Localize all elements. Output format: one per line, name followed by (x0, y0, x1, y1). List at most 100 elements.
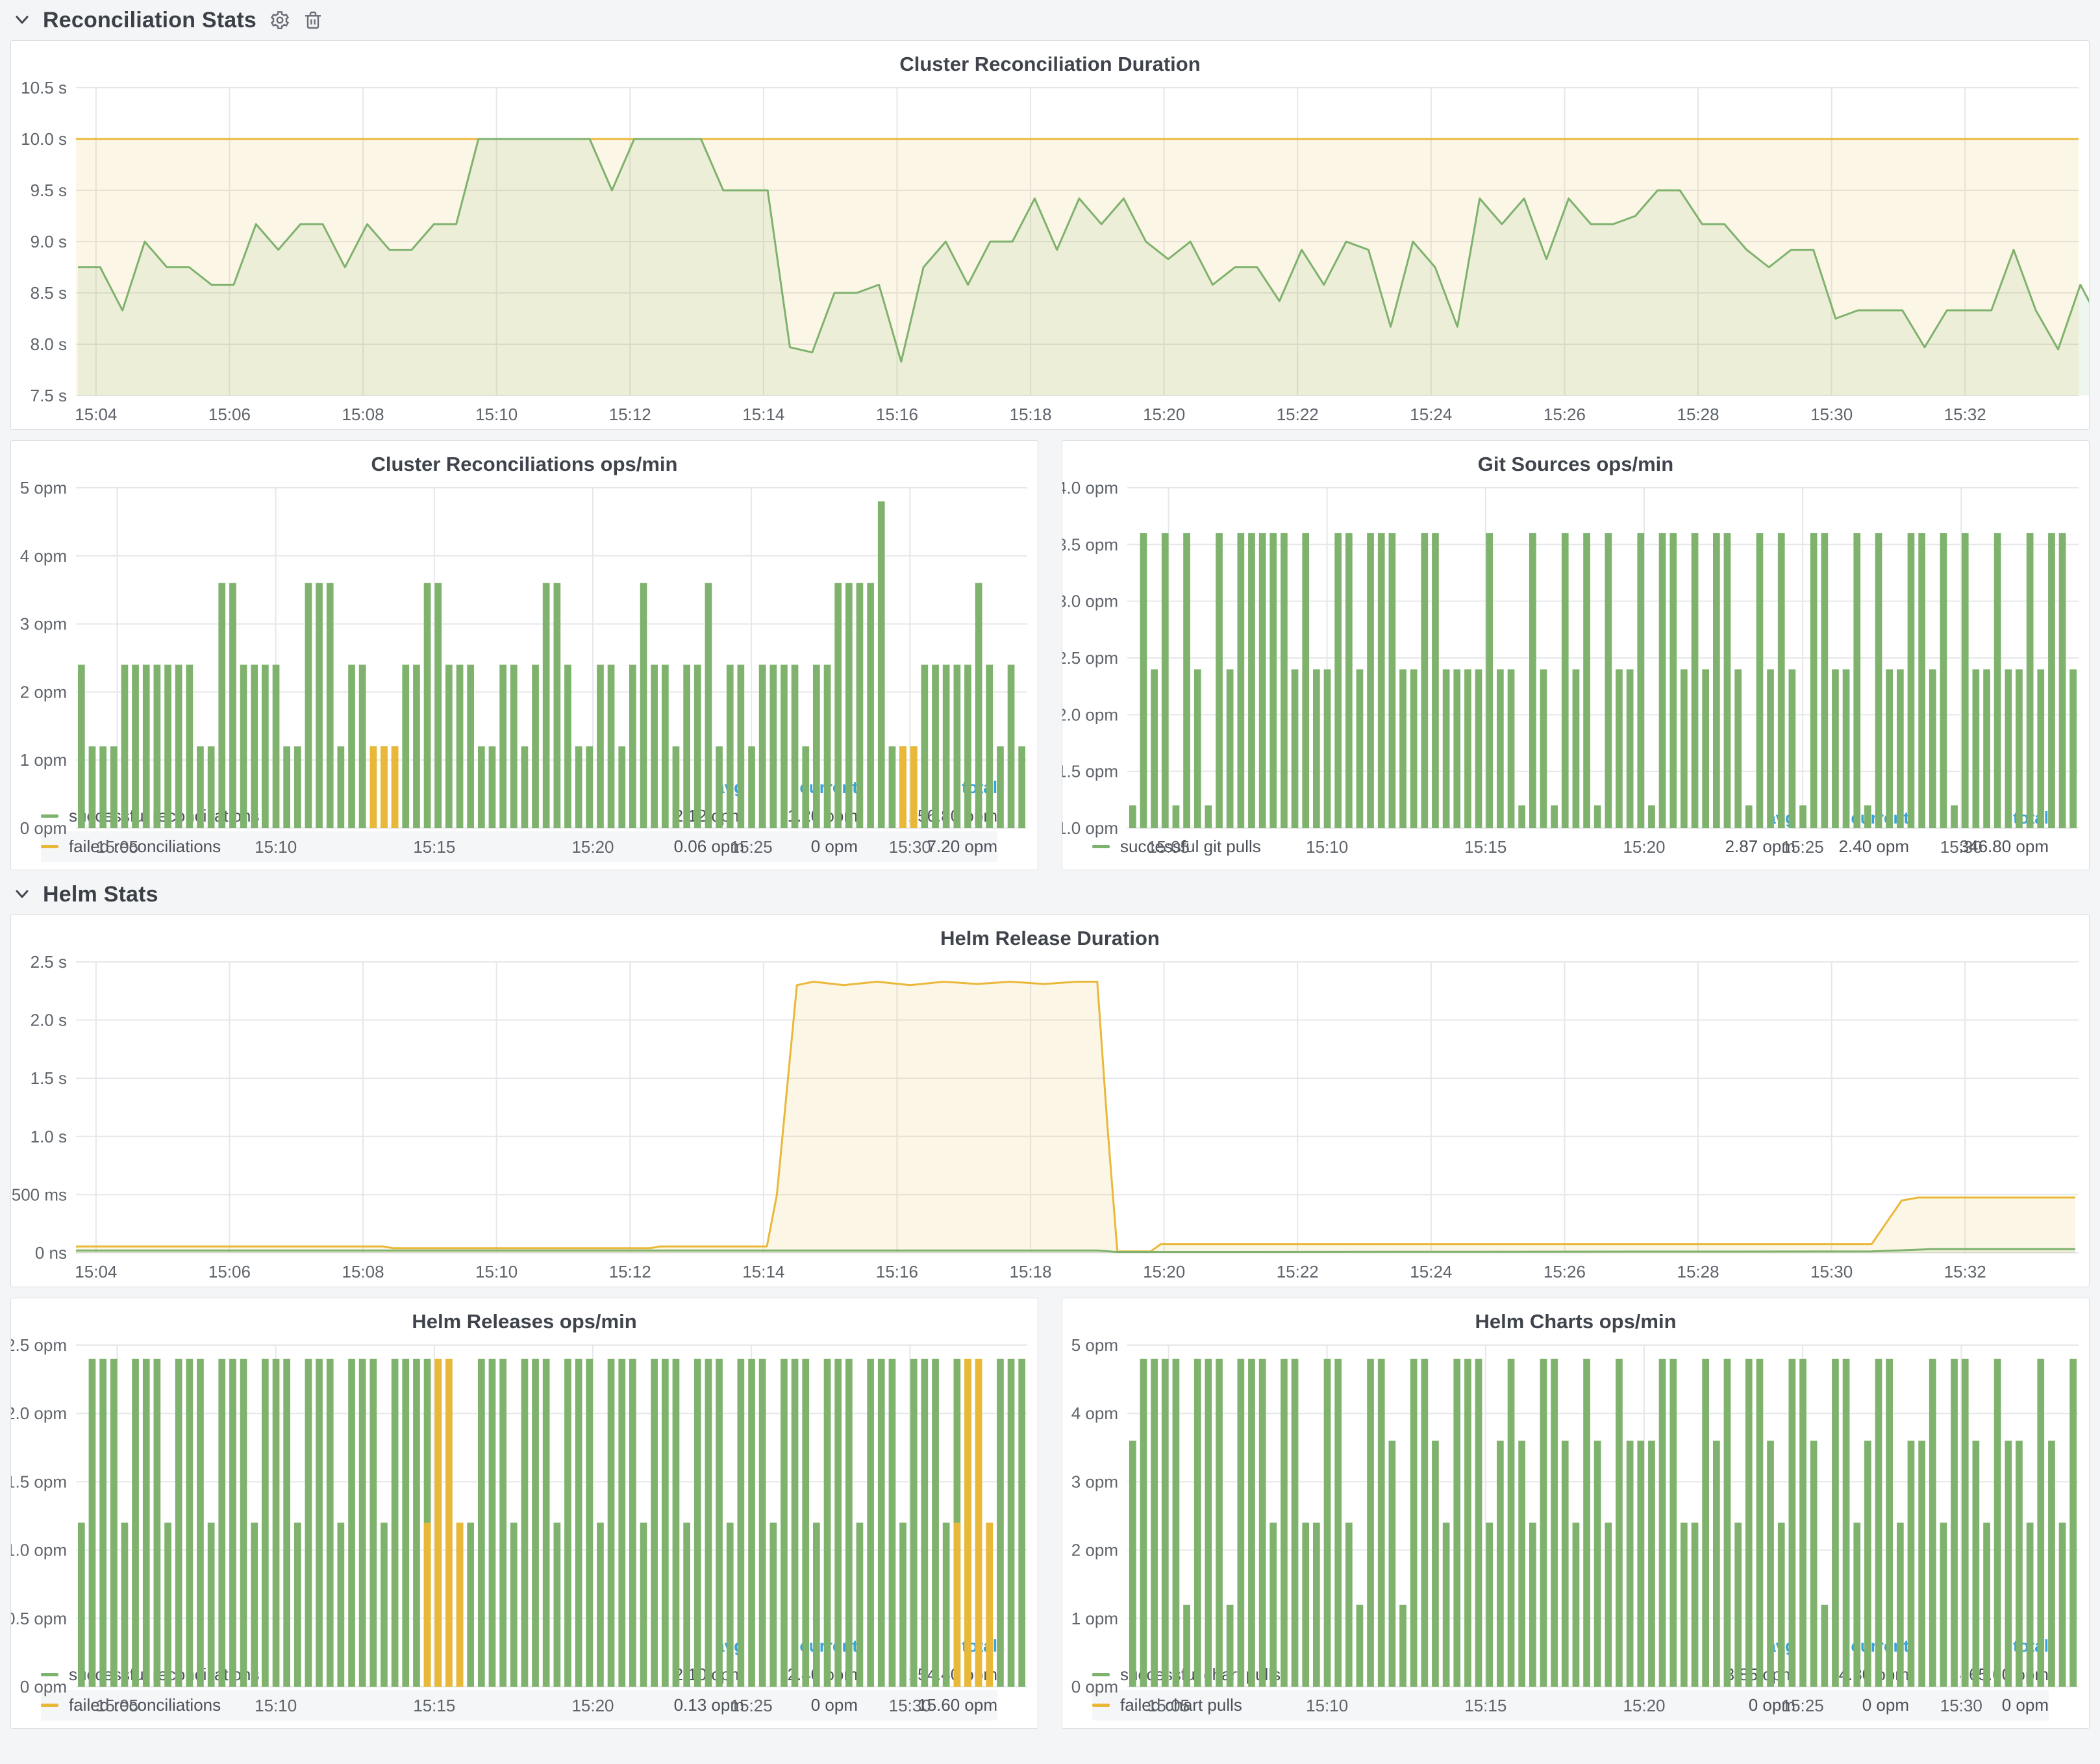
svg-text:2.5 s: 2.5 s (31, 953, 67, 972)
panel-helm-release-duration: Helm Release Duration 0 ns500 ms1.0 s1.5… (10, 914, 2090, 1287)
git-sources-chart: 1.0 opm1.5 opm2.0 opm2.5 opm3.0 opm3.5 o… (1062, 479, 2089, 804)
svg-text:0 opm: 0 opm (1071, 1677, 1118, 1696)
svg-text:1.5 opm: 1.5 opm (11, 1472, 67, 1491)
svg-text:15:30: 15:30 (889, 1696, 931, 1715)
svg-text:15:24: 15:24 (1410, 405, 1452, 424)
svg-text:0 opm: 0 opm (20, 818, 67, 838)
panel-title[interactable]: Helm Release Duration (11, 915, 2089, 953)
svg-text:15:20: 15:20 (1143, 405, 1185, 424)
svg-text:10.5 s: 10.5 s (21, 79, 67, 97)
svg-text:15:10: 15:10 (255, 1696, 297, 1715)
helm-releases-chart: 0 opm0.5 opm1.0 opm1.5 opm2.0 opm2.5 opm… (11, 1336, 1038, 1632)
section-header-helm-stats: Helm Stats (0, 874, 2100, 914)
svg-text:15:26: 15:26 (1544, 1262, 1586, 1281)
svg-text:15:05: 15:05 (96, 837, 138, 857)
svg-text:15:15: 15:15 (413, 1696, 455, 1715)
svg-text:15:28: 15:28 (1677, 405, 1719, 424)
svg-text:15:25: 15:25 (731, 837, 773, 857)
panel-title[interactable]: Cluster Reconciliation Duration (11, 41, 2089, 79)
svg-text:15:04: 15:04 (75, 405, 117, 424)
svg-text:8.5 s: 8.5 s (31, 283, 67, 303)
svg-text:15:16: 15:16 (876, 1262, 918, 1281)
svg-text:4.0 opm: 4.0 opm (1062, 479, 1118, 498)
svg-text:15:15: 15:15 (413, 837, 455, 857)
svg-text:15:30: 15:30 (1940, 1696, 1982, 1715)
svg-text:0 opm: 0 opm (20, 1677, 67, 1696)
svg-text:15:30: 15:30 (1810, 1262, 1853, 1281)
panel-title[interactable]: Helm Releases ops/min (11, 1298, 1038, 1336)
svg-text:0.5 opm: 0.5 opm (11, 1609, 67, 1628)
svg-text:15:04: 15:04 (75, 1262, 117, 1281)
svg-text:15:30: 15:30 (889, 837, 931, 857)
svg-text:15:30: 15:30 (1810, 405, 1853, 424)
svg-text:15:22: 15:22 (1277, 1262, 1319, 1281)
panel-cluster-reconciliation-duration: Cluster Reconciliation Duration 7.5 s 8.0… (10, 40, 2090, 430)
svg-text:2.5 opm: 2.5 opm (11, 1336, 67, 1355)
svg-text:9.0 s: 9.0 s (31, 232, 67, 251)
helm-charts-chart: 0 opm1 opm2 opm3 opm4 opm5 opm15:0515:10… (1062, 1336, 2089, 1632)
svg-text:2.0 opm: 2.0 opm (1062, 705, 1118, 724)
panel-helm-charts-opm: Helm Charts ops/min 0 opm 1 opm 2 opm 3 opm… (1062, 1298, 2090, 1729)
svg-text:15:20: 15:20 (1143, 1262, 1185, 1281)
svg-text:15:18: 15:18 (1010, 1262, 1052, 1281)
trash-icon[interactable] (303, 10, 323, 31)
svg-text:2.0 opm: 2.0 opm (11, 1404, 67, 1423)
svg-text:15:12: 15:12 (609, 405, 651, 424)
gear-icon[interactable] (269, 10, 290, 31)
svg-text:1.5 opm: 1.5 opm (1062, 762, 1118, 781)
svg-text:15:15: 15:15 (1464, 837, 1506, 857)
svg-text:1.0 opm: 1.0 opm (1062, 818, 1118, 838)
svg-text:4 opm: 4 opm (20, 546, 67, 566)
svg-text:4 opm: 4 opm (1071, 1404, 1118, 1423)
svg-text:5 opm: 5 opm (1071, 1336, 1118, 1355)
svg-text:15:10: 15:10 (475, 1262, 518, 1281)
panel-title[interactable]: Cluster Reconciliations ops/min (11, 441, 1038, 479)
svg-text:15:05: 15:05 (96, 1696, 138, 1715)
panel-title[interactable]: Helm Charts ops/min (1062, 1298, 2089, 1336)
cluster-reconciliation-duration-chart: 7.5 s 8.0 s 8.5 s 9.0 s 9.5 s 10.0 s 10.5 s 15:… (11, 79, 2089, 429)
svg-text:15:24: 15:24 (1410, 1262, 1452, 1281)
panel-cluster-reconciliations-opm: Cluster Reconciliations ops/min 0 opm 1 o… (10, 440, 1038, 870)
svg-text:2.5 opm: 2.5 opm (1062, 648, 1118, 668)
cluster-reconciliations-chart: 0 opm1 opm2 opm3 opm4 opm5 opm15:0515:10… (11, 479, 1038, 774)
panel-helm-releases-opm: Helm Releases ops/min 0 opm0.5 opm1.0 op… (10, 1298, 1038, 1729)
svg-text:15:25: 15:25 (1782, 837, 1824, 857)
svg-text:500 ms: 500 ms (12, 1185, 67, 1204)
svg-text:15:08: 15:08 (342, 1262, 384, 1281)
svg-text:15:06: 15:06 (208, 405, 251, 424)
svg-text:15:25: 15:25 (731, 1696, 773, 1715)
svg-text:15:30: 15:30 (1940, 837, 1982, 857)
chevron-down-icon[interactable] (14, 889, 30, 900)
svg-text:15:16: 15:16 (876, 405, 918, 424)
svg-text:3.0 opm: 3.0 opm (1062, 592, 1118, 611)
svg-text:3 opm: 3 opm (1071, 1472, 1118, 1491)
svg-text:1.5 s: 1.5 s (31, 1068, 67, 1088)
svg-text:15:20: 15:20 (571, 1696, 614, 1715)
helm-release-duration-chart: 0 ns500 ms1.0 s1.5 s2.0 s2.5 s15:0415:06… (11, 953, 2089, 1287)
svg-text:15:06: 15:06 (208, 1262, 251, 1281)
svg-text:8.0 s: 8.0 s (31, 334, 67, 354)
section-title[interactable]: Reconciliation Stats (43, 8, 256, 33)
svg-text:5 opm: 5 opm (20, 479, 67, 498)
svg-text:3 opm: 3 opm (20, 614, 67, 634)
section-title[interactable]: Helm Stats (43, 882, 158, 907)
svg-text:7.5 s: 7.5 s (31, 386, 67, 405)
panel-title[interactable]: Git Sources ops/min (1062, 441, 2089, 479)
svg-text:15:20: 15:20 (1623, 837, 1665, 857)
svg-text:1.0 s: 1.0 s (31, 1127, 67, 1146)
svg-text:10.0 s: 10.0 s (21, 129, 67, 149)
svg-text:2 opm: 2 opm (1071, 1541, 1118, 1560)
svg-text:15:08: 15:08 (342, 405, 384, 424)
svg-text:15:32: 15:32 (1944, 405, 1986, 424)
svg-text:9.5 s: 9.5 s (31, 181, 67, 200)
panel-git-sources-opm: Git Sources ops/min 1.0 opm 1.5 opm 2.0 op… (1062, 440, 2090, 870)
chevron-down-icon[interactable] (14, 15, 30, 25)
svg-text:15:10: 15:10 (255, 837, 297, 857)
svg-text:15:20: 15:20 (571, 837, 614, 857)
svg-text:3.5 opm: 3.5 opm (1062, 535, 1118, 554)
section-header-reconciliation-stats: Reconciliation Stats (0, 0, 2100, 40)
svg-text:1 opm: 1 opm (20, 750, 67, 770)
svg-text:15:26: 15:26 (1544, 405, 1586, 424)
svg-text:1 opm: 1 opm (1071, 1609, 1118, 1628)
svg-text:15:15: 15:15 (1464, 1696, 1506, 1715)
